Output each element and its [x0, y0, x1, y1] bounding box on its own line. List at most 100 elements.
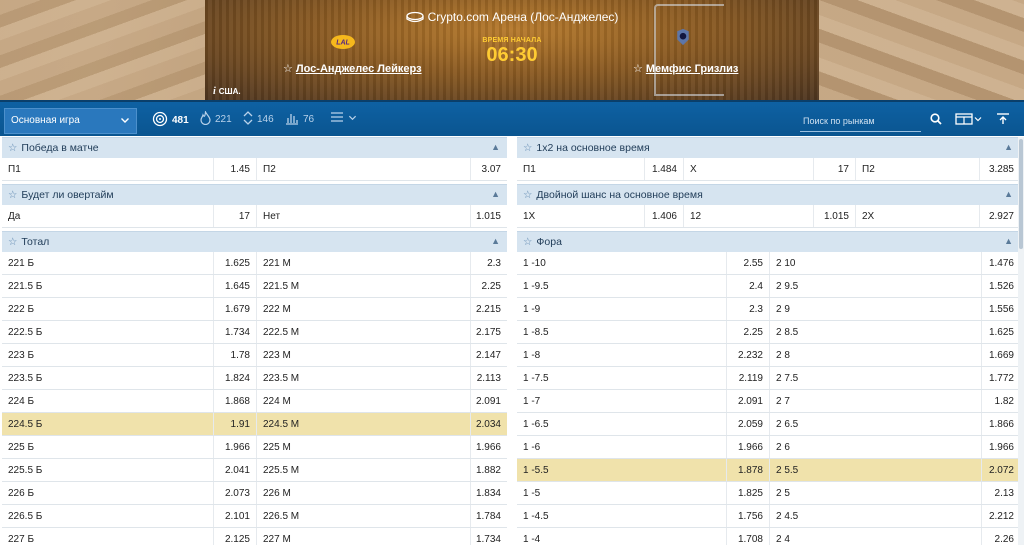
tab-totals[interactable]: 146 — [243, 111, 274, 128]
star-icon[interactable]: ☆ — [633, 62, 643, 75]
odd-button[interactable]: 2.091 — [727, 390, 770, 412]
odd-button[interactable]: 3.07 — [471, 158, 507, 180]
odd-button[interactable]: 1.45 — [214, 158, 257, 180]
odd-button[interactable]: 1.625 — [214, 252, 257, 274]
market-header-handicap[interactable]: ☆ Фора ▲ — [517, 231, 1020, 252]
odd-button[interactable]: 2.212 — [982, 505, 1020, 527]
odd-button[interactable]: 1.015 — [471, 205, 507, 227]
odd-button[interactable]: 3.285 — [980, 158, 1020, 180]
odd-button[interactable]: 17 — [214, 205, 257, 227]
odd-button[interactable]: 2.175 — [471, 321, 507, 343]
star-icon[interactable]: ☆ — [283, 62, 293, 75]
odd-button[interactable]: 2.119 — [727, 367, 770, 389]
odd-button[interactable]: 1.015 — [814, 205, 856, 227]
info-icon[interactable]: i — [213, 86, 216, 97]
market-row: 221 Б 1.625 221 М 2.3 — [2, 252, 507, 275]
away-team-link[interactable]: ☆ Мемфис Гризлиз — [633, 62, 738, 75]
tab-more-menu[interactable] — [330, 111, 357, 126]
tab-popular[interactable]: 221 — [200, 109, 232, 128]
odd-button[interactable]: 1.669 — [982, 344, 1020, 366]
odd-button[interactable]: 1.91 — [214, 413, 257, 435]
odd-button[interactable]: 1.966 — [727, 436, 770, 458]
odd-button[interactable]: 17 — [814, 158, 856, 180]
odd-button[interactable]: 1.784 — [471, 505, 507, 527]
home-team-link[interactable]: ☆ Лос-Анджелес Лейкерз — [283, 62, 422, 75]
odd-button[interactable]: 1.406 — [645, 205, 684, 227]
collapse-caret-icon[interactable]: ▲ — [1004, 189, 1013, 199]
star-icon[interactable]: ☆ — [8, 236, 17, 248]
odd-button[interactable]: 2.26 — [982, 528, 1020, 545]
odd-button[interactable]: 2.25 — [727, 321, 770, 343]
star-icon[interactable]: ☆ — [523, 236, 532, 248]
odd-button[interactable]: 1.824 — [214, 367, 257, 389]
odd-button[interactable]: 2.073 — [214, 482, 257, 504]
odd-button[interactable]: 1.878 — [727, 459, 770, 481]
tab-stats[interactable]: 76 — [285, 111, 314, 128]
odd-button[interactable]: 2.55 — [727, 252, 770, 274]
odd-button[interactable]: 1.526 — [982, 275, 1020, 297]
odd-button[interactable]: 2.25 — [471, 275, 507, 297]
game-period-select[interactable]: Основная игра — [4, 108, 137, 134]
scrollbar-thumb[interactable] — [1019, 139, 1023, 249]
odd-button[interactable]: 1.679 — [214, 298, 257, 320]
odd-button[interactable]: 2.034 — [471, 413, 507, 435]
odd-button[interactable]: 1.734 — [471, 528, 507, 545]
odd-button[interactable]: 2.072 — [982, 459, 1020, 481]
market-header-win[interactable]: ☆ Победа в матче ▲ — [2, 137, 507, 158]
star-icon[interactable]: ☆ — [8, 189, 17, 201]
odd-button[interactable]: 1.868 — [214, 390, 257, 412]
odd-button[interactable]: 1.476 — [982, 252, 1020, 274]
odd-button[interactable]: 2.091 — [471, 390, 507, 412]
odd-button[interactable]: 1.78 — [214, 344, 257, 366]
odd-button[interactable]: 1.734 — [214, 321, 257, 343]
odd-button[interactable]: 1.756 — [727, 505, 770, 527]
odd-button[interactable]: 2.113 — [471, 367, 507, 389]
market-search-input[interactable] — [800, 110, 921, 132]
odd-button[interactable]: 2.3 — [471, 252, 507, 274]
odd-button[interactable]: 1.966 — [471, 436, 507, 458]
odd-button[interactable]: 2.125 — [214, 528, 257, 545]
market-row: 1 -5.5 1.878 2 5.5 2.072 — [517, 459, 1020, 482]
odd-button[interactable]: 1.772 — [982, 367, 1020, 389]
odd-button[interactable]: 2.13 — [982, 482, 1020, 504]
outcome-label: 1 -8 — [517, 344, 727, 366]
search-icon[interactable] — [930, 113, 942, 128]
odd-button[interactable]: 1.834 — [471, 482, 507, 504]
odd-button[interactable]: 1.556 — [982, 298, 1020, 320]
page-scrollbar[interactable] — [1018, 137, 1024, 545]
tab-all-markets[interactable]: 481 — [150, 111, 191, 142]
odd-button[interactable]: 1.645 — [214, 275, 257, 297]
collapse-caret-icon[interactable]: ▲ — [491, 189, 500, 199]
collapse-caret-icon[interactable]: ▲ — [491, 236, 500, 246]
collapse-caret-icon[interactable]: ▲ — [1004, 142, 1013, 152]
market-header-double-chance[interactable]: ☆ Двойной шанс на основное время ▲ — [517, 184, 1020, 205]
odd-button[interactable]: 2.232 — [727, 344, 770, 366]
odd-button[interactable]: 2.4 — [727, 275, 770, 297]
odd-button[interactable]: 1.882 — [471, 459, 507, 481]
odd-button[interactable]: 2.101 — [214, 505, 257, 527]
collapse-all-icon[interactable] — [996, 113, 1010, 128]
collapse-caret-icon[interactable]: ▲ — [491, 142, 500, 152]
star-icon[interactable]: ☆ — [523, 189, 532, 201]
layout-columns-icon[interactable] — [955, 113, 983, 128]
odd-button[interactable]: 1.866 — [982, 413, 1020, 435]
market-header-overtime[interactable]: ☆ Будет ли овертайм ▲ — [2, 184, 507, 205]
odd-button[interactable]: 2.927 — [980, 205, 1020, 227]
odd-button[interactable]: 1.966 — [982, 436, 1020, 458]
star-icon[interactable]: ☆ — [8, 142, 17, 154]
odd-button[interactable]: 1.82 — [982, 390, 1020, 412]
odd-button[interactable]: 2.147 — [471, 344, 507, 366]
odd-button[interactable]: 2.059 — [727, 413, 770, 435]
market-header-total[interactable]: ☆ Тотал ▲ — [2, 231, 507, 252]
odd-button[interactable]: 1.825 — [727, 482, 770, 504]
odd-button[interactable]: 1.708 — [727, 528, 770, 545]
star-icon[interactable]: ☆ — [523, 142, 532, 154]
odd-button[interactable]: 1.966 — [214, 436, 257, 458]
odd-button[interactable]: 1.625 — [982, 321, 1020, 343]
market-header-1x2[interactable]: ☆ 1х2 на основное время ▲ — [517, 137, 1020, 158]
odd-button[interactable]: 1.484 — [645, 158, 684, 180]
odd-button[interactable]: 2.3 — [727, 298, 770, 320]
odd-button[interactable]: 2.041 — [214, 459, 257, 481]
collapse-caret-icon[interactable]: ▲ — [1004, 236, 1013, 246]
odd-button[interactable]: 2.215 — [471, 298, 507, 320]
